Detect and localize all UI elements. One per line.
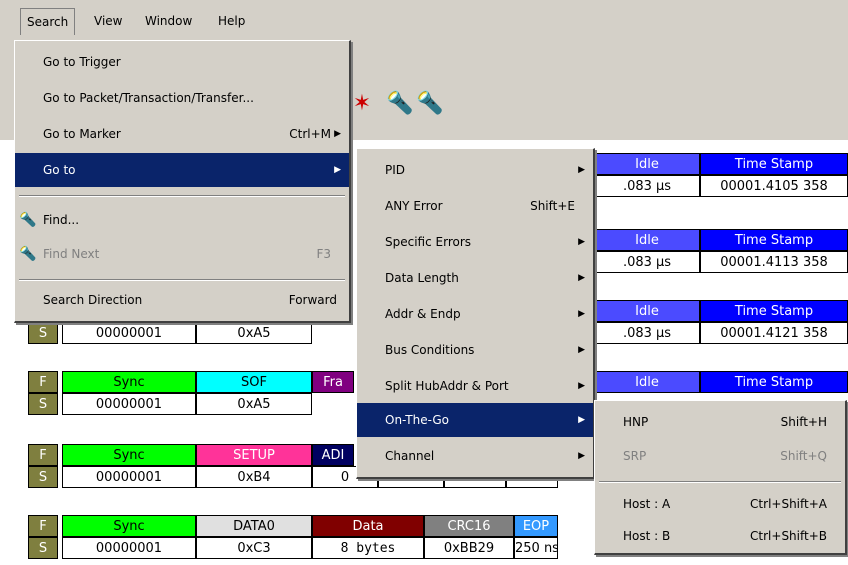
crc16-value: 0xBB29 <box>424 537 514 559</box>
flashlight-icon: 🔦 <box>19 212 37 228</box>
pid-value: 0xA5 <box>196 393 312 415</box>
menu-item-on-the-go[interactable]: On-The-Go ▶ <box>357 403 593 437</box>
timestamp-value: 00001.4113 358 <box>700 251 848 273</box>
goto-submenu: PID ▶ ANY Error Shift+E Specific Errors ▶ D… <box>356 148 595 479</box>
packet-s-box: S <box>28 393 58 415</box>
menu-separator <box>599 481 841 483</box>
packet-s-box: S <box>28 466 58 488</box>
pid-value: 0xB4 <box>196 466 312 488</box>
menu-bar: Search View Window Help <box>0 0 848 41</box>
menu-item-goto-marker[interactable]: Go to Marker Ctrl+M ▶ <box>15 117 349 151</box>
menu-item-goto[interactable]: Go to ▶ <box>15 153 349 187</box>
menu-item-srp[interactable]: SRP Shift+Q <box>595 439 845 473</box>
menu-item-any-error[interactable]: ANY Error Shift+E <box>357 189 593 223</box>
sync-value: 00000001 <box>62 466 196 488</box>
packet-f-box: F <box>28 371 58 393</box>
flashlight-next-icon: 🔦 <box>19 246 37 262</box>
menu-item-hnp[interactable]: HNP Shift+H <box>595 405 845 439</box>
menu-item-search-direction[interactable]: Search Direction Forward <box>15 283 349 317</box>
sync-value: 00000001 <box>62 322 196 344</box>
menu-item-data-length[interactable]: Data Length ▶ <box>357 261 593 295</box>
idle-header: Idle <box>594 371 700 393</box>
menu-item-addr-endp[interactable]: Addr & Endp ▶ <box>357 297 593 331</box>
timestamp-value: 00001.4105 358 <box>700 175 848 197</box>
idle-header: Idle <box>594 229 700 251</box>
menu-search[interactable]: Search <box>20 8 76 35</box>
sync-value: 00000001 <box>62 537 196 559</box>
menu-item-host-a[interactable]: Host : A Ctrl+Shift+A <box>595 487 845 521</box>
sync-header: Sync <box>62 371 196 393</box>
timestamp-header: Time Stamp <box>700 229 848 251</box>
idle-header: Idle <box>594 153 700 175</box>
menu-item-host-b[interactable]: Host : B Ctrl+Shift+B <box>595 519 845 553</box>
menu-separator <box>19 279 345 281</box>
menu-item-pid[interactable]: PID ▶ <box>357 153 593 187</box>
packet-s-box: S <box>28 537 58 559</box>
sync-value: 00000001 <box>62 393 196 415</box>
timestamp-header: Time Stamp <box>700 371 848 393</box>
menu-item-find-next[interactable]: 🔦 Find Next F3 <box>15 237 349 271</box>
menu-item-find[interactable]: 🔦 Find... <box>15 203 349 237</box>
flashlight-next-icon[interactable]: 🔦 <box>416 90 444 118</box>
timestamp-value: 00001.4121 358 <box>700 322 848 344</box>
eop-value: 250 ns <box>514 537 558 559</box>
idle-value: .083 µs <box>594 251 700 273</box>
packet-f-box: F <box>28 515 58 537</box>
pid-value: 0xC3 <box>196 537 312 559</box>
menu-view[interactable]: View <box>88 8 128 34</box>
sync-header: Sync <box>62 515 196 537</box>
idle-header: Idle <box>594 300 700 322</box>
clear-markers-icon[interactable]: ✶ <box>348 90 376 118</box>
crc16-header: CRC16 <box>424 515 514 537</box>
menu-item-channel[interactable]: Channel ▶ <box>357 439 593 473</box>
menu-item-goto-trigger[interactable]: Go to Trigger <box>15 45 349 79</box>
menu-item-goto-packet[interactable]: Go to Packet/Transaction/Transfer... <box>15 81 349 115</box>
sync-header: Sync <box>62 444 196 466</box>
menu-item-bus-conditions[interactable]: Bus Conditions ▶ <box>357 333 593 367</box>
data-value: 8 bytes <box>312 537 424 559</box>
timestamp-header: Time Stamp <box>700 300 848 322</box>
packet-f-box: F <box>28 444 58 466</box>
data0-header: DATA0 <box>196 515 312 537</box>
search-menu: Go to Trigger Go to Packet/Transaction/T… <box>14 40 351 323</box>
idle-value: .083 µs <box>594 322 700 344</box>
packet-s-box: S <box>28 322 58 344</box>
timestamp-header: Time Stamp <box>700 153 848 175</box>
menu-item-split-hubaddr[interactable]: Split HubAddr & Port ▶ <box>357 369 593 403</box>
addr-header: ADI <box>312 444 354 466</box>
frame-header: Fra <box>312 371 354 393</box>
setup-header: SETUP <box>196 444 312 466</box>
otg-submenu: HNP Shift+H SRP Shift+Q Host : A Ctrl+Shift… <box>594 400 847 555</box>
menu-window[interactable]: Window <box>139 8 198 34</box>
eop-header: EOP <box>514 515 558 537</box>
pid-value: 0xA5 <box>196 322 312 344</box>
data-header: Data <box>312 515 424 537</box>
menu-help[interactable]: Help <box>212 8 251 34</box>
sof-header: SOF <box>196 371 312 393</box>
flashlight-icon[interactable]: 🔦 <box>386 90 414 118</box>
idle-value: .083 µs <box>594 175 700 197</box>
menu-separator <box>19 195 345 197</box>
menu-item-specific-errors[interactable]: Specific Errors ▶ <box>357 225 593 259</box>
